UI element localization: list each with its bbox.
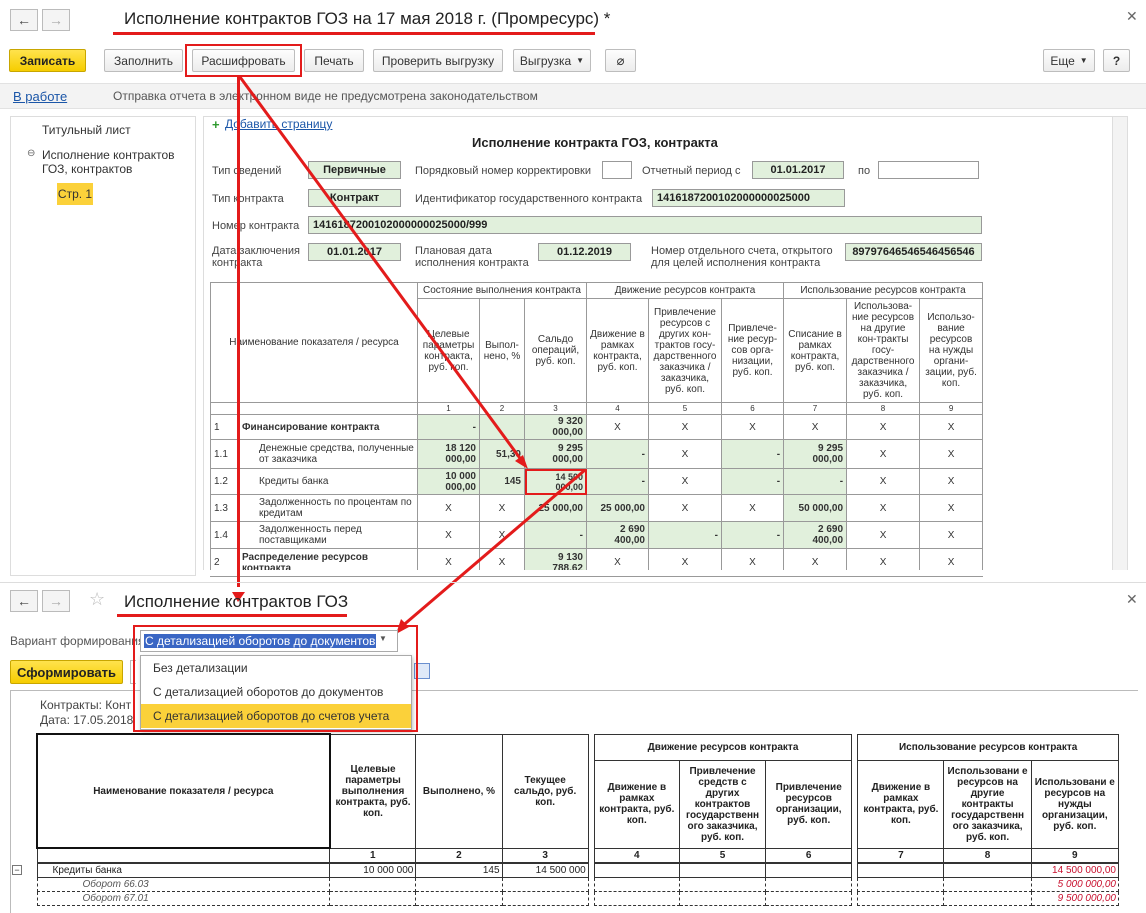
row-name: Кредиты банка [36, 862, 331, 878]
report-table-2: Наименование показателя / ресурса Целевы… [36, 733, 1120, 906]
cell-col-1[interactable] [329, 890, 417, 906]
col-header-3: Текущее сальдо, руб. коп. [501, 733, 589, 849]
col-num-blank-2 [36, 847, 331, 863]
cell-col-2[interactable] [415, 876, 503, 892]
row-name: Оборот 66.03 [36, 876, 331, 892]
cell-col-9[interactable]: 5 000 000,00 [1030, 876, 1120, 892]
cell-col-7[interactable] [857, 876, 945, 892]
col-number-6: 6 [765, 847, 853, 863]
cell-col-2[interactable]: 145 [415, 862, 503, 878]
collapse-row-icon[interactable]: − [12, 865, 22, 875]
arrow-head-cell [515, 455, 528, 469]
cell-col-6[interactable] [765, 862, 853, 878]
cell-col-7[interactable] [857, 890, 945, 906]
table-row: Оборот 66.03 5 000 000,00 [36, 876, 1120, 892]
forward-button-2[interactable]: → [42, 590, 70, 612]
cell-col-6[interactable] [765, 890, 853, 906]
col-number-5: 5 [678, 847, 767, 863]
name-header-2: Наименование показателя / ресурса [36, 733, 331, 849]
col-number-4: 4 [593, 847, 680, 863]
cell-col-8[interactable] [943, 862, 1032, 878]
col-number-8: 8 [943, 847, 1032, 863]
arrow-decode-to-cell [238, 76, 527, 466]
col-header-1: Целевые параметры выполнения контракта, … [329, 733, 417, 849]
col-header-2: Выполнено, % [415, 733, 503, 849]
screenshot-stage: ← → Исполнение контрактов ГОЗ на 17 мая … [0, 0, 1146, 913]
row-name: Оборот 67.01 [36, 890, 331, 906]
window-divider [0, 582, 1146, 583]
cell-col-4[interactable] [593, 862, 680, 878]
col-number-7: 7 [857, 847, 945, 863]
col-header-7: Движение в рамках контракта, руб. коп. [857, 759, 945, 849]
cell-col-4[interactable] [593, 876, 680, 892]
arrow-right-icon: → [49, 593, 63, 609]
cell-col-8[interactable] [943, 890, 1032, 906]
cell-col-8[interactable] [943, 876, 1032, 892]
table-row: Оборот 67.01 9 500 000,00 [36, 890, 1120, 906]
report-header-contracts: Контракты: Конт [40, 698, 132, 712]
col-number-3: 3 [501, 847, 589, 863]
cell-col-9[interactable]: 14 500 000,00 [1030, 862, 1120, 878]
col-number-9: 9 [1030, 847, 1120, 863]
cell-col-5[interactable] [678, 862, 767, 878]
cell-col-2[interactable] [415, 890, 503, 906]
cell-col-5[interactable] [678, 876, 767, 892]
col-number-2: 2 [415, 847, 503, 863]
table-row: Кредиты банка 10 000 000 145 14 500 000 14 5… [36, 862, 1120, 878]
title-underline-2 [117, 614, 347, 617]
star-icon[interactable]: ☆ [89, 589, 105, 610]
col-header-4: Движение в рамках контракта, руб. коп. [593, 759, 680, 849]
arrow-left-icon: ← [17, 593, 31, 609]
col-header-9: Использовани е ресурсов на нужды организ… [1030, 759, 1120, 849]
report-window-title: Исполнение контрактов ГОЗ [124, 592, 349, 611]
back-button-2[interactable]: ← [10, 590, 38, 612]
col-header-6: Привлечение ресурсов организации, руб. к… [765, 759, 853, 849]
generate-button[interactable]: Сформировать [10, 660, 123, 684]
cell-col-3[interactable]: 14 500 000 [501, 862, 589, 878]
col-number-1: 1 [329, 847, 417, 863]
variant-highlight [133, 625, 418, 732]
col-header-5: Привлечение средств с других контрактов … [678, 759, 767, 849]
cell-col-3[interactable] [501, 890, 589, 906]
cell-col-1[interactable]: 10 000 000 [329, 862, 417, 878]
cell-col-9[interactable]: 9 500 000,00 [1030, 890, 1120, 906]
cell-col-3[interactable] [501, 876, 589, 892]
group-use-header-2: Использование ресурсов контракта [857, 733, 1119, 761]
cell-col-1[interactable] [329, 876, 417, 892]
variant-label: Вариант формирования: [10, 634, 148, 648]
col-header-8: Использовани е ресурсов на другие контра… [943, 759, 1032, 849]
cell-col-5[interactable] [678, 890, 767, 906]
report-header-date: Дата: 17.05.2018 [40, 713, 134, 727]
group-move-header-2: Движение ресурсов контракта [593, 733, 853, 761]
cell-col-6[interactable] [765, 876, 853, 892]
close-icon-2[interactable]: ✕ [1126, 591, 1138, 608]
arrow-cell-to-variant [399, 468, 586, 630]
cell-col-7[interactable] [857, 862, 945, 878]
cell-col-4[interactable] [593, 890, 680, 906]
